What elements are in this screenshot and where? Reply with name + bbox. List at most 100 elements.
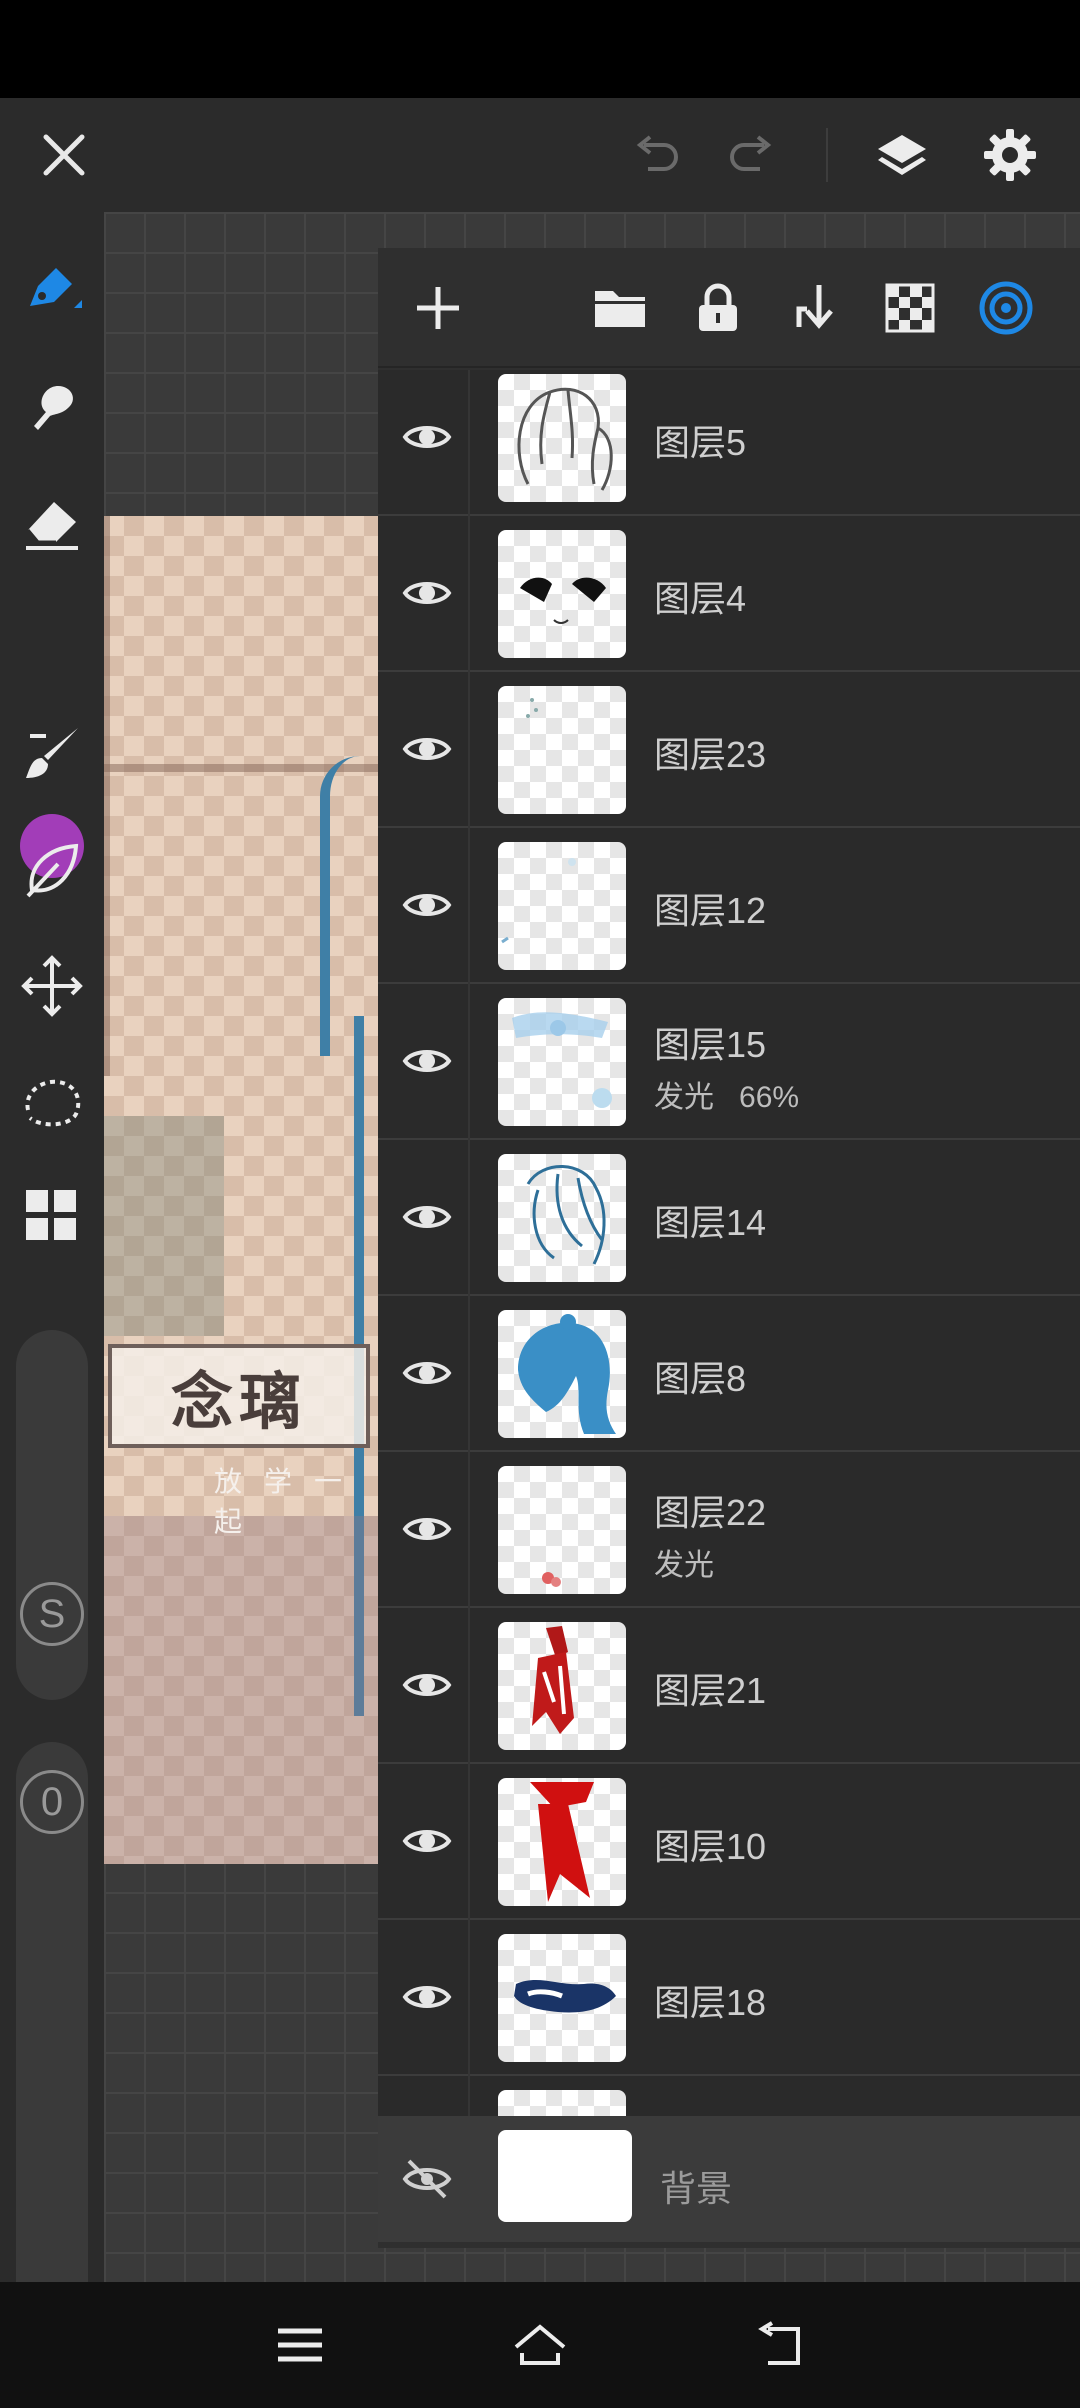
eye-icon [402, 738, 452, 760]
eye-icon [402, 426, 452, 448]
layer-name: 图层4 [654, 578, 747, 619]
visibility-toggle[interactable] [390, 1024, 464, 1098]
artboard[interactable]: 念璃 放学一起 [104, 516, 378, 1864]
visibility-toggle[interactable] [390, 1180, 464, 1254]
nav-bar [0, 2282, 1080, 2408]
smudge-tool[interactable] [12, 366, 92, 446]
row-divider [468, 1920, 470, 2076]
eye-icon [402, 1986, 452, 2008]
layers-panel: 图层5 图层4 图层23 图层12 图层15 发光 66% 图层14 图层8 图层22 发光 图层2… [378, 248, 1080, 2248]
transparency-button[interactable] [872, 270, 948, 346]
lasso-tool[interactable] [12, 1062, 92, 1142]
layer-name: 图层15 [654, 1024, 767, 1065]
layer-row[interactable]: 图层10 [378, 1764, 1080, 1920]
leaf-tool[interactable] [12, 830, 92, 910]
merge-down-icon [796, 285, 833, 329]
eye-icon [402, 1206, 452, 1228]
layer-thumbnail [498, 1154, 626, 1282]
visibility-toggle[interactable] [390, 1804, 464, 1878]
redo-icon [730, 135, 772, 171]
layer-name: 图层8 [654, 1358, 747, 1399]
eye-icon [402, 1518, 452, 1540]
reference-button[interactable] [968, 270, 1044, 346]
layer-row[interactable]: 图层14 [378, 1140, 1080, 1296]
lock-button[interactable] [680, 270, 756, 346]
left-toolbar: S 0 [0, 212, 104, 2350]
layer-thumbnail [498, 374, 626, 502]
layer-thumbnail [498, 1622, 626, 1750]
menu-button[interactable] [260, 2305, 340, 2385]
layer-thumbnail [498, 1466, 626, 1594]
layer-row[interactable]: 图层21 [378, 1608, 1080, 1764]
settings-button[interactable] [960, 98, 1060, 212]
layer-row[interactable]: 图层18 [378, 1920, 1080, 2076]
pen-tool-icon [30, 268, 82, 308]
visibility-toggle[interactable] [390, 1336, 464, 1410]
layer-thumbnail [498, 2130, 632, 2222]
layer-row[interactable]: 图层8 [378, 1296, 1080, 1452]
wall-line [104, 516, 110, 1076]
close-button[interactable] [14, 98, 114, 212]
row-divider [468, 1764, 470, 1920]
row-divider [468, 672, 470, 828]
undo-icon [636, 135, 678, 171]
eye-icon [402, 894, 452, 916]
lock-icon [699, 283, 737, 331]
layer-name: 图层10 [654, 1826, 767, 1867]
visibility-toggle[interactable] [390, 556, 464, 630]
visibility-toggle[interactable] [390, 1960, 464, 2034]
row-divider [468, 828, 470, 984]
layer-name: 图层18 [654, 1982, 767, 2023]
visibility-toggle[interactable] [390, 1492, 464, 1566]
layer-row[interactable]: 图层22 发光 [378, 1452, 1080, 1608]
layer-blend-info: 发光 [654, 1549, 714, 1582]
eye-icon [402, 582, 452, 604]
row-divider [468, 1296, 470, 1452]
row-divider [468, 1452, 470, 1608]
layers-button[interactable] [852, 98, 952, 212]
eye-icon [402, 1674, 452, 1696]
background-layer-row[interactable]: 背景 [378, 2116, 1080, 2242]
move-tool[interactable] [12, 946, 92, 1026]
layer-thumbnail [498, 998, 626, 1126]
opacity-badge: 0 [20, 1770, 84, 1834]
back-button[interactable] [740, 2305, 820, 2385]
layer-name: 图层14 [654, 1202, 767, 1243]
row-divider [468, 984, 470, 1140]
visibility-toggle[interactable] [390, 400, 464, 474]
top-bar [0, 98, 1080, 212]
close-icon [43, 134, 85, 176]
grid-tool[interactable] [12, 1176, 92, 1256]
layer-blend-info: 发光 66% [654, 1081, 800, 1114]
visibility-toggle[interactable] [390, 868, 464, 942]
brush-icon [26, 728, 78, 778]
row-divider [468, 1608, 470, 1764]
visibility-toggle[interactable] [390, 712, 464, 786]
eraser-tool[interactable] [12, 482, 92, 562]
brush-tool[interactable] [12, 714, 92, 794]
folder-button[interactable] [582, 270, 658, 346]
eraser-icon [26, 502, 78, 550]
layer-thumbnail [498, 842, 626, 970]
add-layer-button[interactable] [400, 270, 476, 346]
layer-row[interactable]: 图层5 [378, 370, 1080, 516]
redo-button[interactable] [702, 98, 802, 212]
home-button[interactable] [500, 2305, 580, 2385]
layer-name: 图层12 [654, 890, 767, 931]
layer-list[interactable]: 图层5 图层4 图层23 图层12 图层15 发光 66% 图层14 图层8 图层22 发光 图层2… [378, 370, 1080, 2126]
layer-row[interactable]: 图层4 [378, 516, 1080, 672]
layer-name: 图层22 [654, 1492, 767, 1533]
visibility-toggle[interactable] [390, 2142, 464, 2216]
layer-thumbnail [498, 530, 626, 658]
merge-down-button[interactable] [774, 270, 850, 346]
move-icon [21, 955, 83, 1017]
pen-tool[interactable] [12, 248, 92, 328]
layer-row[interactable]: 图层12 [378, 828, 1080, 984]
layer-row[interactable]: 图层15 发光 66% [378, 984, 1080, 1140]
layer-row[interactable]: 图层23 [378, 672, 1080, 828]
eye-icon [402, 1362, 452, 1384]
layer-thumbnail [498, 1310, 626, 1438]
sign-text: 念璃 [108, 1344, 370, 1448]
undo-button[interactable] [606, 98, 706, 212]
visibility-toggle[interactable] [390, 1648, 464, 1722]
